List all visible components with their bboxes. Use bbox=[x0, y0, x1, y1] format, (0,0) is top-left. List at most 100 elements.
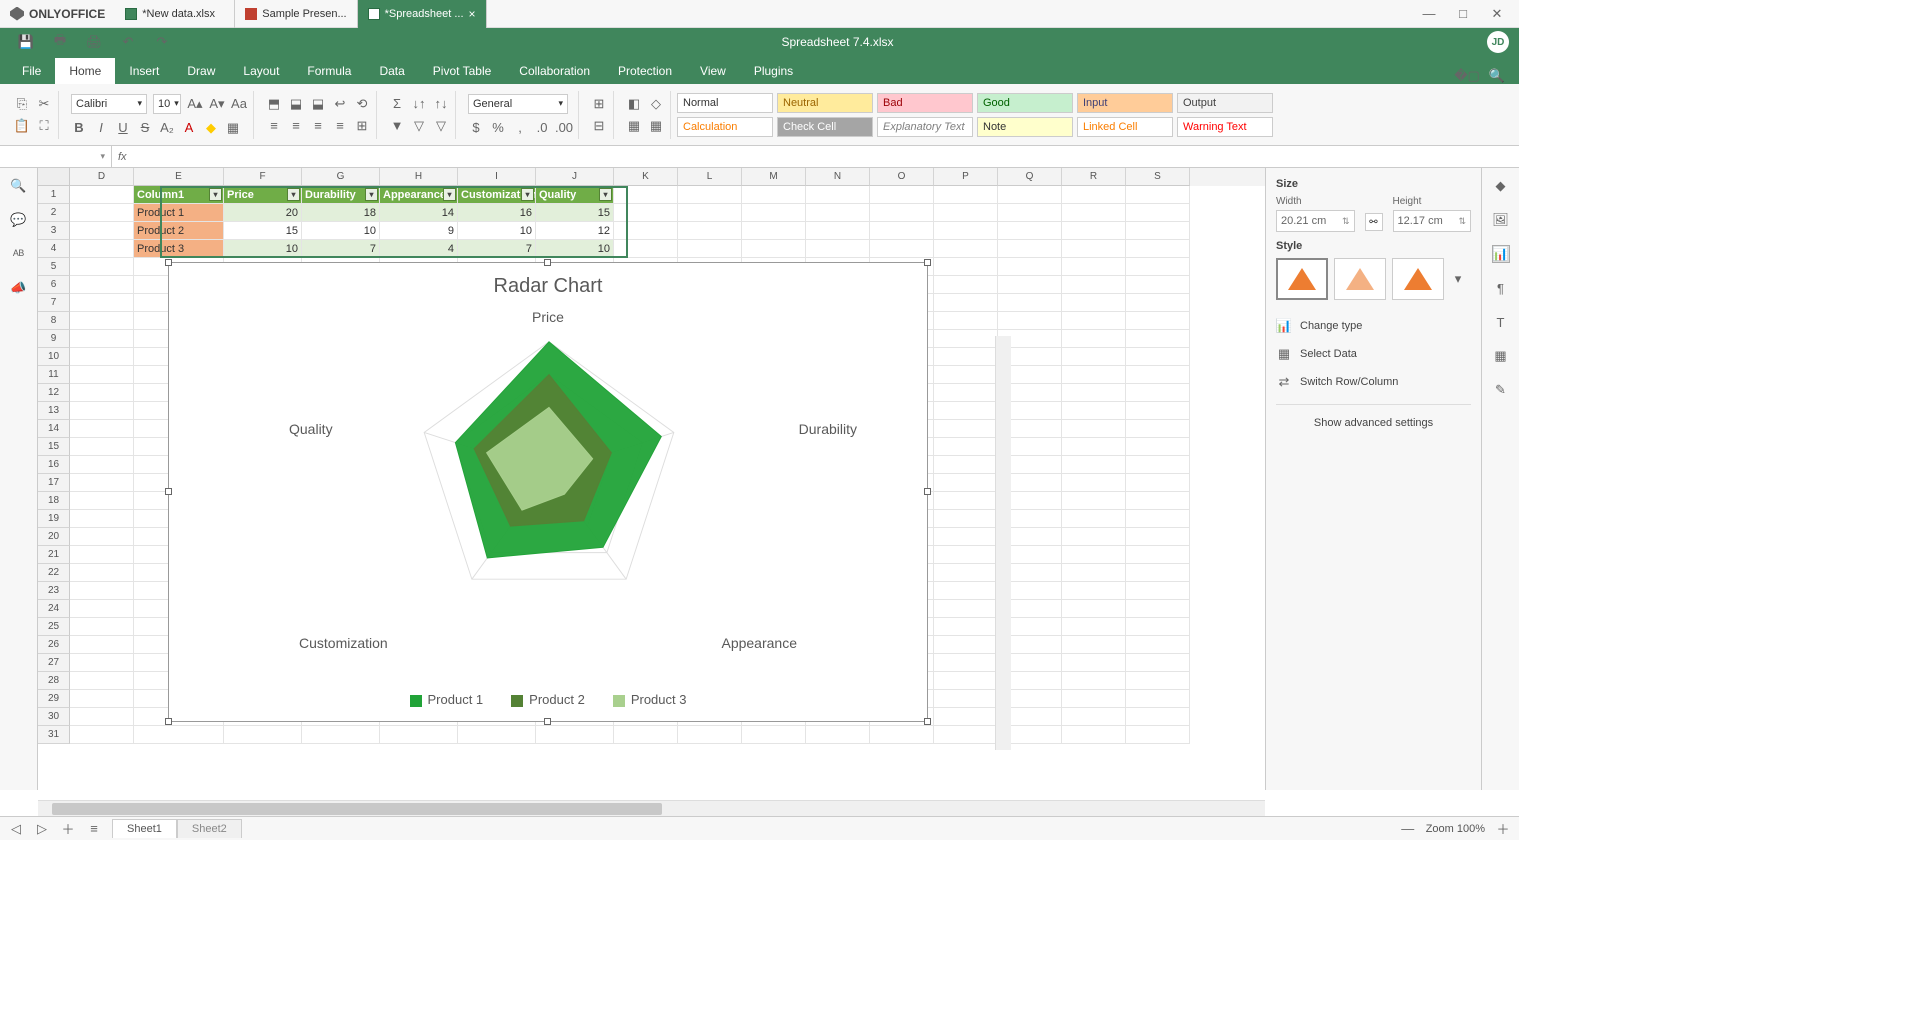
cell[interactable] bbox=[1062, 510, 1126, 528]
cell[interactable] bbox=[742, 186, 806, 204]
zoom-label[interactable]: Zoom 100% bbox=[1426, 823, 1485, 835]
cell[interactable] bbox=[742, 726, 806, 744]
row-header[interactable]: 21 bbox=[38, 546, 70, 564]
cell[interactable] bbox=[806, 726, 870, 744]
column-header[interactable]: M bbox=[742, 168, 806, 186]
cell-style-linked-cell[interactable]: Linked Cell bbox=[1077, 117, 1173, 137]
cell-style-neutral[interactable]: Neutral bbox=[777, 93, 873, 113]
cell[interactable] bbox=[1062, 726, 1126, 744]
row-header[interactable]: 19 bbox=[38, 510, 70, 528]
cell[interactable] bbox=[70, 474, 134, 492]
cell[interactable]: 7 bbox=[302, 240, 380, 258]
cell[interactable] bbox=[934, 384, 998, 402]
cell[interactable] bbox=[70, 690, 134, 708]
cell[interactable] bbox=[934, 366, 998, 384]
cell[interactable] bbox=[998, 312, 1062, 330]
sheet-tab[interactable]: Sheet2 bbox=[177, 819, 242, 838]
menu-tab-draw[interactable]: Draw bbox=[173, 58, 229, 84]
cell[interactable] bbox=[934, 528, 998, 546]
cell[interactable] bbox=[934, 474, 998, 492]
cell[interactable] bbox=[1126, 258, 1190, 276]
clear-filter-icon[interactable]: ▽ bbox=[433, 118, 449, 134]
cell[interactable] bbox=[70, 420, 134, 438]
cell[interactable] bbox=[70, 672, 134, 690]
resize-handle-nw[interactable] bbox=[165, 259, 172, 266]
cell[interactable]: 10 bbox=[536, 240, 614, 258]
cell[interactable] bbox=[614, 240, 678, 258]
row-header[interactable]: 23 bbox=[38, 582, 70, 600]
cell[interactable] bbox=[934, 348, 998, 366]
vertical-scrollbar[interactable] bbox=[995, 336, 1011, 750]
copy-icon[interactable]: ⎘ bbox=[14, 96, 30, 112]
filter-button[interactable]: ▾ bbox=[209, 188, 222, 201]
spellcheck-icon[interactable]: ᴬᴮ bbox=[11, 246, 27, 262]
cell[interactable] bbox=[70, 546, 134, 564]
menu-tab-insert[interactable]: Insert bbox=[115, 58, 173, 84]
sheet-list-icon[interactable]: ≡ bbox=[86, 821, 102, 837]
cond-format-icon[interactable]: ◧ bbox=[626, 96, 642, 112]
insert-cells-icon[interactable]: ⊞ bbox=[591, 96, 607, 112]
horizontal-scrollbar[interactable] bbox=[38, 800, 1265, 816]
cell[interactable]: Product 1 bbox=[134, 204, 224, 222]
fx-icon[interactable]: fx bbox=[112, 151, 133, 163]
menu-tab-view[interactable]: View bbox=[686, 58, 740, 84]
column-header[interactable]: D bbox=[70, 168, 134, 186]
row-header[interactable]: 15 bbox=[38, 438, 70, 456]
cell[interactable] bbox=[870, 726, 934, 744]
search-icon[interactable]: 🔍 bbox=[1489, 68, 1505, 84]
print-icon[interactable]: 🖶 bbox=[52, 34, 68, 50]
valign-mid-icon[interactable]: ⬓ bbox=[288, 96, 304, 112]
cell[interactable] bbox=[934, 240, 998, 258]
menu-tab-formula[interactable]: Formula bbox=[293, 58, 365, 84]
cell[interactable] bbox=[742, 240, 806, 258]
cell[interactable] bbox=[1062, 420, 1126, 438]
cell[interactable] bbox=[1126, 546, 1190, 564]
resize-handle-sw[interactable] bbox=[165, 718, 172, 725]
cell[interactable] bbox=[1062, 492, 1126, 510]
row-header[interactable]: 4 bbox=[38, 240, 70, 258]
filter-button[interactable]: ▾ bbox=[599, 188, 612, 201]
cell[interactable]: Product 2 bbox=[134, 222, 224, 240]
orient-icon[interactable]: ⟲ bbox=[354, 96, 370, 112]
maximize-icon[interactable]: □ bbox=[1455, 6, 1471, 22]
find-icon[interactable]: 🔍 bbox=[11, 178, 27, 194]
cell[interactable] bbox=[1126, 384, 1190, 402]
shape-settings-icon[interactable]: ◆ bbox=[1493, 178, 1509, 194]
menu-tab-file[interactable]: File bbox=[8, 58, 55, 84]
row-header[interactable]: 27 bbox=[38, 654, 70, 672]
dec-dec-icon[interactable]: .00 bbox=[556, 120, 572, 136]
cell[interactable] bbox=[1062, 456, 1126, 474]
align-right-icon[interactable]: ≡ bbox=[310, 118, 326, 134]
cell[interactable] bbox=[1062, 582, 1126, 600]
cell[interactable]: Product 3 bbox=[134, 240, 224, 258]
name-box[interactable] bbox=[0, 146, 112, 167]
row-header[interactable]: 20 bbox=[38, 528, 70, 546]
menu-tab-layout[interactable]: Layout bbox=[229, 58, 293, 84]
cell-style-normal[interactable]: Normal bbox=[677, 93, 773, 113]
cell[interactable] bbox=[1062, 438, 1126, 456]
row-header[interactable]: 29 bbox=[38, 690, 70, 708]
cell[interactable] bbox=[1062, 690, 1126, 708]
row-header[interactable]: 17 bbox=[38, 474, 70, 492]
cell[interactable] bbox=[870, 222, 934, 240]
cell[interactable] bbox=[70, 258, 134, 276]
cell[interactable] bbox=[1062, 294, 1126, 312]
cell[interactable] bbox=[70, 564, 134, 582]
cell[interactable] bbox=[1062, 348, 1126, 366]
cell[interactable] bbox=[1062, 384, 1126, 402]
cell[interactable]: 15 bbox=[536, 204, 614, 222]
aspect-lock-icon[interactable]: ⚯ bbox=[1365, 213, 1383, 231]
borders-icon[interactable]: ▦ bbox=[225, 120, 241, 136]
chart-object[interactable]: Radar Chart Price Durability Appearance … bbox=[168, 262, 928, 722]
cell[interactable] bbox=[934, 654, 998, 672]
cell-style-bad[interactable]: Bad bbox=[877, 93, 973, 113]
select-data-link[interactable]: ▦Select Data bbox=[1276, 340, 1471, 368]
cell[interactable] bbox=[70, 708, 134, 726]
cell[interactable]: Customization▾ bbox=[458, 186, 536, 204]
merge-icon[interactable]: ⊞ bbox=[354, 118, 370, 134]
filter-button[interactable]: ▾ bbox=[521, 188, 534, 201]
cell[interactable] bbox=[934, 690, 998, 708]
menu-tab-protection[interactable]: Protection bbox=[604, 58, 686, 84]
cell[interactable] bbox=[1062, 276, 1126, 294]
quickprint-icon[interactable]: 🖨 bbox=[86, 34, 102, 50]
